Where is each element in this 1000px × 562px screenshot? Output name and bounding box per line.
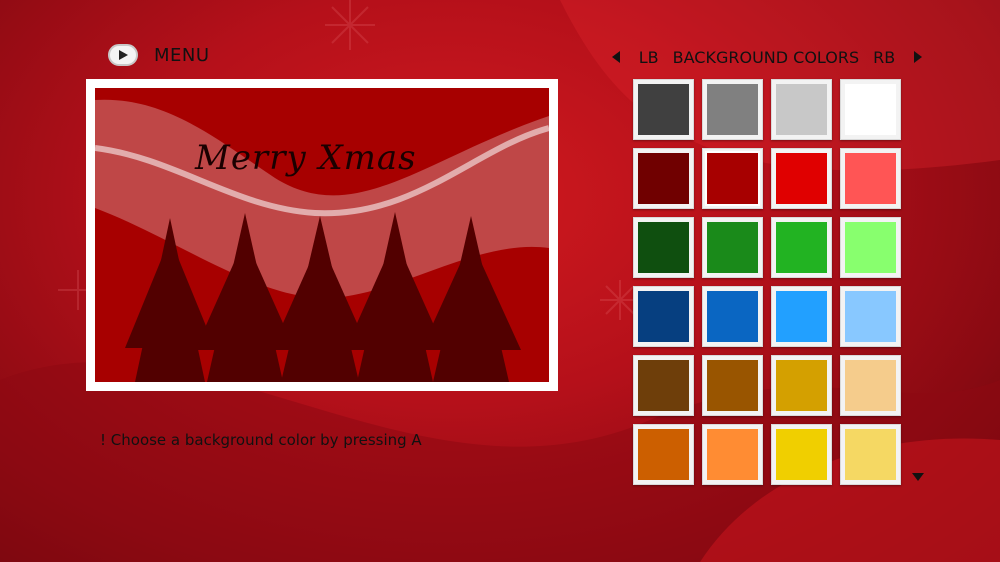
swatch-fill	[707, 291, 758, 342]
swatch-fill	[638, 153, 689, 204]
swatch-fill	[776, 222, 827, 273]
color-swatch[interactable]	[633, 217, 694, 278]
swatch-fill	[707, 360, 758, 411]
color-swatch[interactable]	[702, 424, 763, 485]
right-bumper-label[interactable]: RB	[873, 48, 895, 67]
color-swatch-grid	[633, 79, 901, 485]
card-canvas: Merry Xmas	[95, 88, 549, 382]
swatch-fill	[776, 291, 827, 342]
menu-bar: MENU	[108, 44, 210, 66]
palette-header: LB BACKGROUND COLORS RB	[612, 46, 922, 68]
swatch-fill	[638, 291, 689, 342]
swatch-fill	[845, 360, 896, 411]
left-bumper-label[interactable]: LB	[639, 48, 659, 67]
card-artwork	[95, 99, 549, 382]
swatch-fill	[845, 429, 896, 480]
color-swatch[interactable]	[840, 217, 901, 278]
swatch-fill	[638, 429, 689, 480]
color-swatch[interactable]	[840, 148, 901, 209]
swatch-fill	[707, 429, 758, 480]
color-swatch[interactable]	[702, 79, 763, 140]
swatch-fill	[776, 84, 827, 135]
color-swatch[interactable]	[771, 424, 832, 485]
color-swatch[interactable]	[702, 217, 763, 278]
color-swatch[interactable]	[840, 286, 901, 347]
swatch-fill	[776, 360, 827, 411]
swatch-fill	[845, 291, 896, 342]
color-swatch[interactable]	[633, 79, 694, 140]
swatch-fill	[776, 153, 827, 204]
color-swatch[interactable]	[633, 355, 694, 416]
palette-title: BACKGROUND COLORS	[672, 47, 860, 67]
color-swatch[interactable]	[840, 424, 901, 485]
menu-label[interactable]: MENU	[154, 45, 210, 66]
color-swatch[interactable]	[771, 148, 832, 209]
swatch-fill	[707, 84, 758, 135]
arrow-right-icon[interactable]	[914, 51, 922, 63]
color-swatch[interactable]	[771, 286, 832, 347]
swatch-fill	[706, 152, 759, 205]
color-swatch[interactable]	[840, 79, 901, 140]
arrow-left-icon[interactable]	[612, 51, 620, 63]
color-swatch[interactable]	[702, 355, 763, 416]
swatch-fill	[845, 84, 896, 135]
color-swatch[interactable]	[771, 79, 832, 140]
greeting-text: Merry Xmas	[195, 138, 417, 178]
color-swatch[interactable]	[633, 148, 694, 209]
color-swatch[interactable]	[633, 424, 694, 485]
swatch-fill	[776, 429, 827, 480]
color-swatch[interactable]	[633, 286, 694, 347]
color-swatch[interactable]	[702, 148, 763, 209]
color-swatch[interactable]	[771, 355, 832, 416]
swatch-fill	[638, 360, 689, 411]
scroll-down-icon[interactable]	[912, 473, 924, 481]
swatch-fill	[638, 84, 689, 135]
swatch-fill	[638, 222, 689, 273]
color-swatch[interactable]	[771, 217, 832, 278]
card-preview: Merry Xmas	[86, 79, 558, 391]
start-button-icon[interactable]	[108, 44, 138, 66]
hint-text: ! Choose a background color by pressing …	[100, 431, 422, 449]
color-swatch[interactable]	[840, 355, 901, 416]
swatch-fill	[845, 222, 896, 273]
color-swatch[interactable]	[702, 286, 763, 347]
swatch-fill	[845, 153, 896, 204]
swatch-fill	[707, 222, 758, 273]
